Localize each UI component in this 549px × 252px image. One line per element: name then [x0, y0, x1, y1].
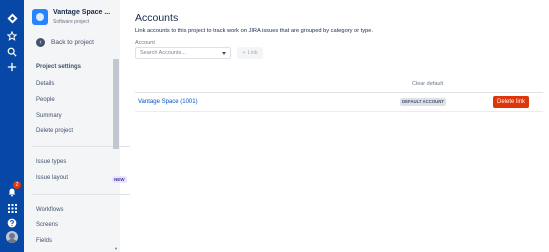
table-divider — [135, 92, 543, 93]
back-to-project-label: Back to project — [51, 38, 94, 46]
scroll-down-arrow-icon[interactable]: ▼ — [114, 246, 118, 251]
plus-icon[interactable] — [4, 59, 20, 75]
page-description: Link accounts to this project to track w… — [135, 28, 374, 34]
page-title: Accounts — [135, 12, 179, 24]
avatar[interactable] — [6, 231, 18, 243]
help-icon[interactable] — [4, 215, 20, 231]
notification-count-badge: 2 — [13, 181, 21, 189]
project-name: Vantage Space ... — [53, 9, 111, 16]
sidebar-item-issue-layout[interactable]: Issue layout — [36, 175, 68, 181]
link-button-label: Link — [247, 50, 258, 56]
sidebar-item-workflows[interactable]: Workflows — [36, 207, 64, 213]
global-nav: 2 — [0, 0, 24, 252]
back-arrow-icon: ‹ — [36, 37, 45, 47]
sidebar-item-details[interactable]: Details — [36, 81, 54, 87]
project-sidebar: Vantage Space ... Software project ‹ Bac… — [24, 0, 130, 252]
table-divider — [135, 111, 543, 112]
back-to-project-link[interactable]: ‹ Back to project — [36, 36, 94, 48]
app-switcher-icon[interactable] — [4, 200, 20, 216]
app-root: 2 Vantage Space ... Software project ‹ B… — [0, 0, 549, 252]
sidebar-item-fields[interactable]: Fields — [36, 238, 52, 244]
sidebar-item-people[interactable]: People — [36, 97, 55, 103]
sidebar-item-screens[interactable]: Screens — [36, 222, 58, 228]
sidebar-item-delete-project[interactable]: Delete project — [36, 128, 73, 134]
main-content: Accounts Link accounts to this project t… — [120, 0, 549, 252]
sidebar-item-issue-types[interactable]: Issue types — [36, 159, 66, 165]
plus-icon: + — [242, 50, 246, 56]
link-button[interactable]: + Link — [237, 47, 263, 59]
account-search-select[interactable]: Search Accounts... — [135, 47, 231, 59]
chevron-down-icon — [222, 52, 226, 55]
account-label: Account — [135, 40, 155, 46]
star-icon[interactable] — [4, 28, 20, 44]
project-settings-heading: Project settings — [36, 64, 82, 70]
sidebar-scrollbar[interactable] — [113, 59, 119, 149]
project-avatar-icon — [32, 9, 48, 25]
search-icon[interactable] — [4, 44, 20, 60]
project-type: Software project — [53, 19, 90, 25]
sidebar-item-summary[interactable]: Summary — [36, 113, 62, 119]
sidebar-divider — [32, 194, 130, 195]
default-account-badge[interactable]: DEFAULT ACCOUNT — [400, 98, 447, 106]
jira-logo-icon[interactable] — [4, 10, 20, 26]
account-link[interactable]: Vantage Space (1001) — [138, 99, 198, 105]
account-search-placeholder: Search Accounts... — [140, 50, 186, 56]
project-header[interactable]: Vantage Space ... Software project — [32, 7, 116, 27]
delete-link-button[interactable]: Delete link — [493, 96, 529, 108]
clear-default-header: Clear default — [412, 81, 444, 87]
